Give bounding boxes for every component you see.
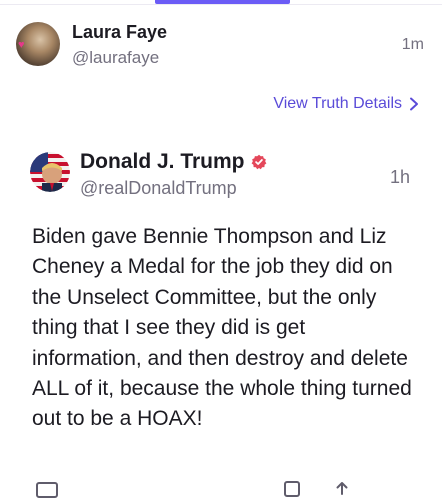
reply-display-name[interactable]: Laura Faye xyxy=(72,22,167,43)
flag-avatar-icon xyxy=(30,152,70,192)
top-divider xyxy=(0,4,442,5)
chevron-right-icon xyxy=(410,97,418,111)
verified-badge-icon xyxy=(251,154,266,170)
view-truth-details-link[interactable]: View Truth Details xyxy=(273,95,420,113)
reply-icon[interactable] xyxy=(36,480,58,500)
truth-thread-view: ♥ Laura Faye @laurafaye 1m View Truth De… xyxy=(0,0,442,500)
post-handle[interactable]: @realDonaldTrump xyxy=(80,178,237,199)
post-actions-bar xyxy=(0,480,442,500)
view-truth-details-label: View Truth Details xyxy=(273,95,402,112)
post-text: Biden gave Bennie Thompson and Liz Chene… xyxy=(32,225,412,431)
post-avatar[interactable] xyxy=(30,152,70,192)
reply-avatar[interactable]: ♥ xyxy=(16,22,60,66)
post-display-name: Donald J. Trump xyxy=(80,150,245,173)
reply-timestamp: 1m xyxy=(401,36,424,53)
reply-handle[interactable]: @laurafaye xyxy=(72,48,159,68)
post-timestamp: 1h xyxy=(389,167,410,187)
post-display-name-row[interactable]: Donald J. Trump xyxy=(80,150,267,174)
heart-icon: ♥ xyxy=(18,39,25,51)
upload-icon[interactable] xyxy=(333,480,351,500)
share-icon[interactable] xyxy=(283,480,301,500)
